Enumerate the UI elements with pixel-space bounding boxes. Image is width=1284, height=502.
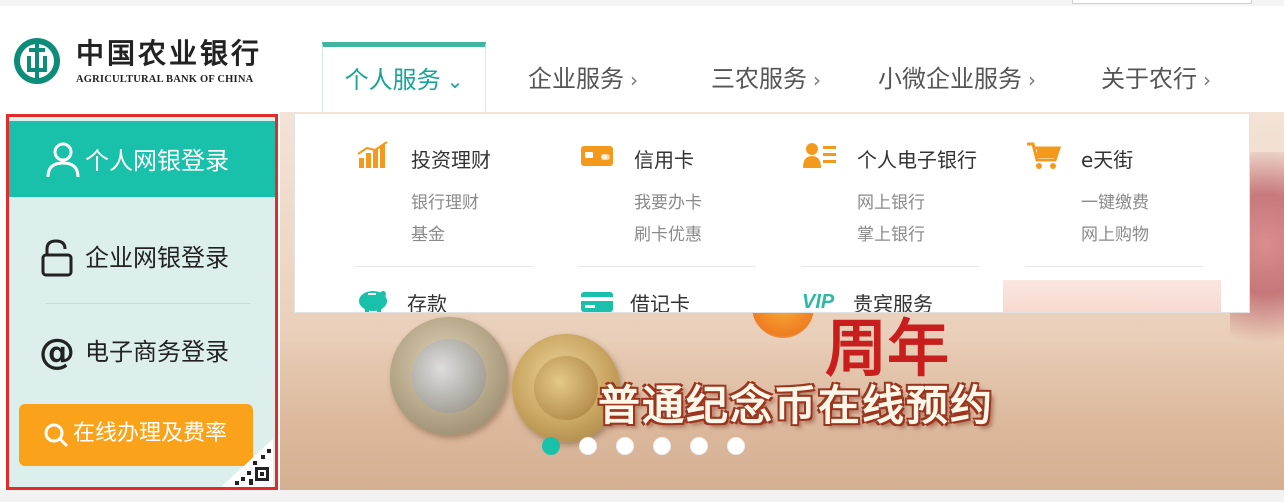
chevron-right-icon: ›: [1028, 68, 1036, 92]
main-nav: 个人服务 ⌄ 企业服务 › 三农服务 › 小微企业服务 › 关于农行 ›: [322, 42, 1262, 114]
menu-category-title: 贵宾服务: [853, 292, 933, 313]
menu-category-title: 信用卡: [634, 148, 694, 172]
credit-card-icon: [581, 146, 613, 166]
nav-personal-services[interactable]: 个人服务 ⌄: [322, 42, 486, 114]
nav-corporate-services[interactable]: 企业服务 ›: [528, 42, 638, 112]
menu-link[interactable]: 银行理财: [411, 188, 479, 213]
at-icon: @: [39, 333, 75, 371]
id-card-icon: [803, 143, 836, 168]
login-label: 电子商务登录: [85, 338, 229, 366]
top-utility-control[interactable]: [1072, 0, 1252, 4]
top-utility-bar: [0, 0, 1284, 6]
login-divider: [45, 303, 251, 304]
search-icon: [44, 423, 69, 448]
menu-divider: [355, 266, 533, 267]
nav-about-abc[interactable]: 关于农行 ›: [1101, 42, 1211, 112]
menu-link[interactable]: 一键缴费: [1081, 188, 1149, 213]
bank-name-en: AGRICULTURAL BANK OF CHINA: [76, 74, 254, 85]
online-service-button[interactable]: 在线办理及费率: [19, 404, 253, 466]
online-service-label: 在线办理及费率: [73, 421, 228, 446]
personal-ebank-login[interactable]: 个人网银登录: [9, 121, 275, 197]
banner-headline: 普通纪念币在线预约: [598, 381, 995, 430]
nav-label: 三农服务: [711, 65, 807, 93]
nav-label: 个人服务: [344, 66, 441, 94]
bar-chart-icon: [357, 141, 388, 168]
menu-divider: [578, 266, 756, 267]
carousel-dot-3[interactable]: [616, 437, 634, 455]
page-bottom-strip: [0, 490, 1284, 502]
carousel-dot-6[interactable]: [727, 437, 745, 455]
personal-services-dropdown: 投资理财 银行理财 基金 存款 信用卡 我要办卡 刷卡优惠 借记卡 个人电子银行…: [294, 114, 1250, 313]
menu-link[interactable]: 我要办卡: [634, 188, 702, 213]
login-panel: 个人网银登录 企业网银登录 @ 电子商务登录 在线办理及费率: [6, 114, 278, 490]
qr-code-icon[interactable]: [221, 439, 273, 487]
bank-name-cn: 中国农业银行: [76, 37, 263, 70]
nav-label: 关于农行: [1101, 65, 1197, 93]
svg-text:@: @: [39, 333, 75, 371]
abc-emblem-icon: [14, 38, 60, 84]
carousel-dot-4[interactable]: [653, 437, 671, 455]
debit-card-icon: [581, 292, 613, 312]
chevron-right-icon: ›: [630, 68, 638, 92]
ecommerce-login[interactable]: @ 电子商务登录: [9, 305, 275, 399]
login-label: 个人网银登录: [85, 147, 229, 175]
chevron-right-icon: ›: [813, 68, 821, 92]
login-label: 企业网银登录: [85, 244, 229, 272]
commemorative-coin-image: [390, 317, 508, 435]
vip-icon: VIP: [802, 291, 835, 313]
chevron-right-icon: ›: [1203, 68, 1211, 92]
nav-label: 企业服务: [528, 65, 624, 93]
shopping-cart-icon: [1027, 142, 1062, 169]
nav-label: 小微企业服务: [878, 65, 1022, 93]
chevron-down-icon: ⌄: [446, 69, 464, 93]
user-icon: [46, 142, 80, 178]
nav-agri-services[interactable]: 三农服务 ›: [711, 42, 821, 112]
menu-link[interactable]: 掌上银行: [857, 220, 925, 245]
bank-logo[interactable]: 中国农业银行 AGRICULTURAL BANK OF CHINA: [12, 36, 287, 88]
menu-link[interactable]: 基金: [411, 220, 445, 245]
nav-small-business-services[interactable]: 小微企业服务 ›: [878, 42, 1036, 112]
menu-divider: [1025, 266, 1203, 267]
menu-divider: [801, 266, 979, 267]
menu-category-title: 投资理财: [411, 148, 491, 172]
menu-category-title: 存款: [407, 292, 447, 313]
menu-link[interactable]: 网上购物: [1081, 220, 1149, 245]
menu-link[interactable]: 刷卡优惠: [634, 220, 702, 245]
menu-link[interactable]: 网上银行: [857, 188, 925, 213]
menu-category-title: 借记卡: [630, 292, 690, 313]
corporate-ebank-login[interactable]: 企业网银登录: [9, 211, 275, 305]
carousel-dot-2[interactable]: [579, 437, 597, 455]
dropdown-promo-image[interactable]: [1003, 280, 1221, 312]
carousel-dot-1[interactable]: [542, 437, 560, 455]
lock-icon: [41, 239, 73, 277]
carousel-dot-5[interactable]: [690, 437, 708, 455]
svg-text:VIP: VIP: [802, 291, 835, 313]
menu-category-title: 个人电子银行: [857, 148, 977, 172]
piggy-bank-icon: [359, 291, 387, 312]
menu-category-title: e天街: [1081, 148, 1134, 172]
